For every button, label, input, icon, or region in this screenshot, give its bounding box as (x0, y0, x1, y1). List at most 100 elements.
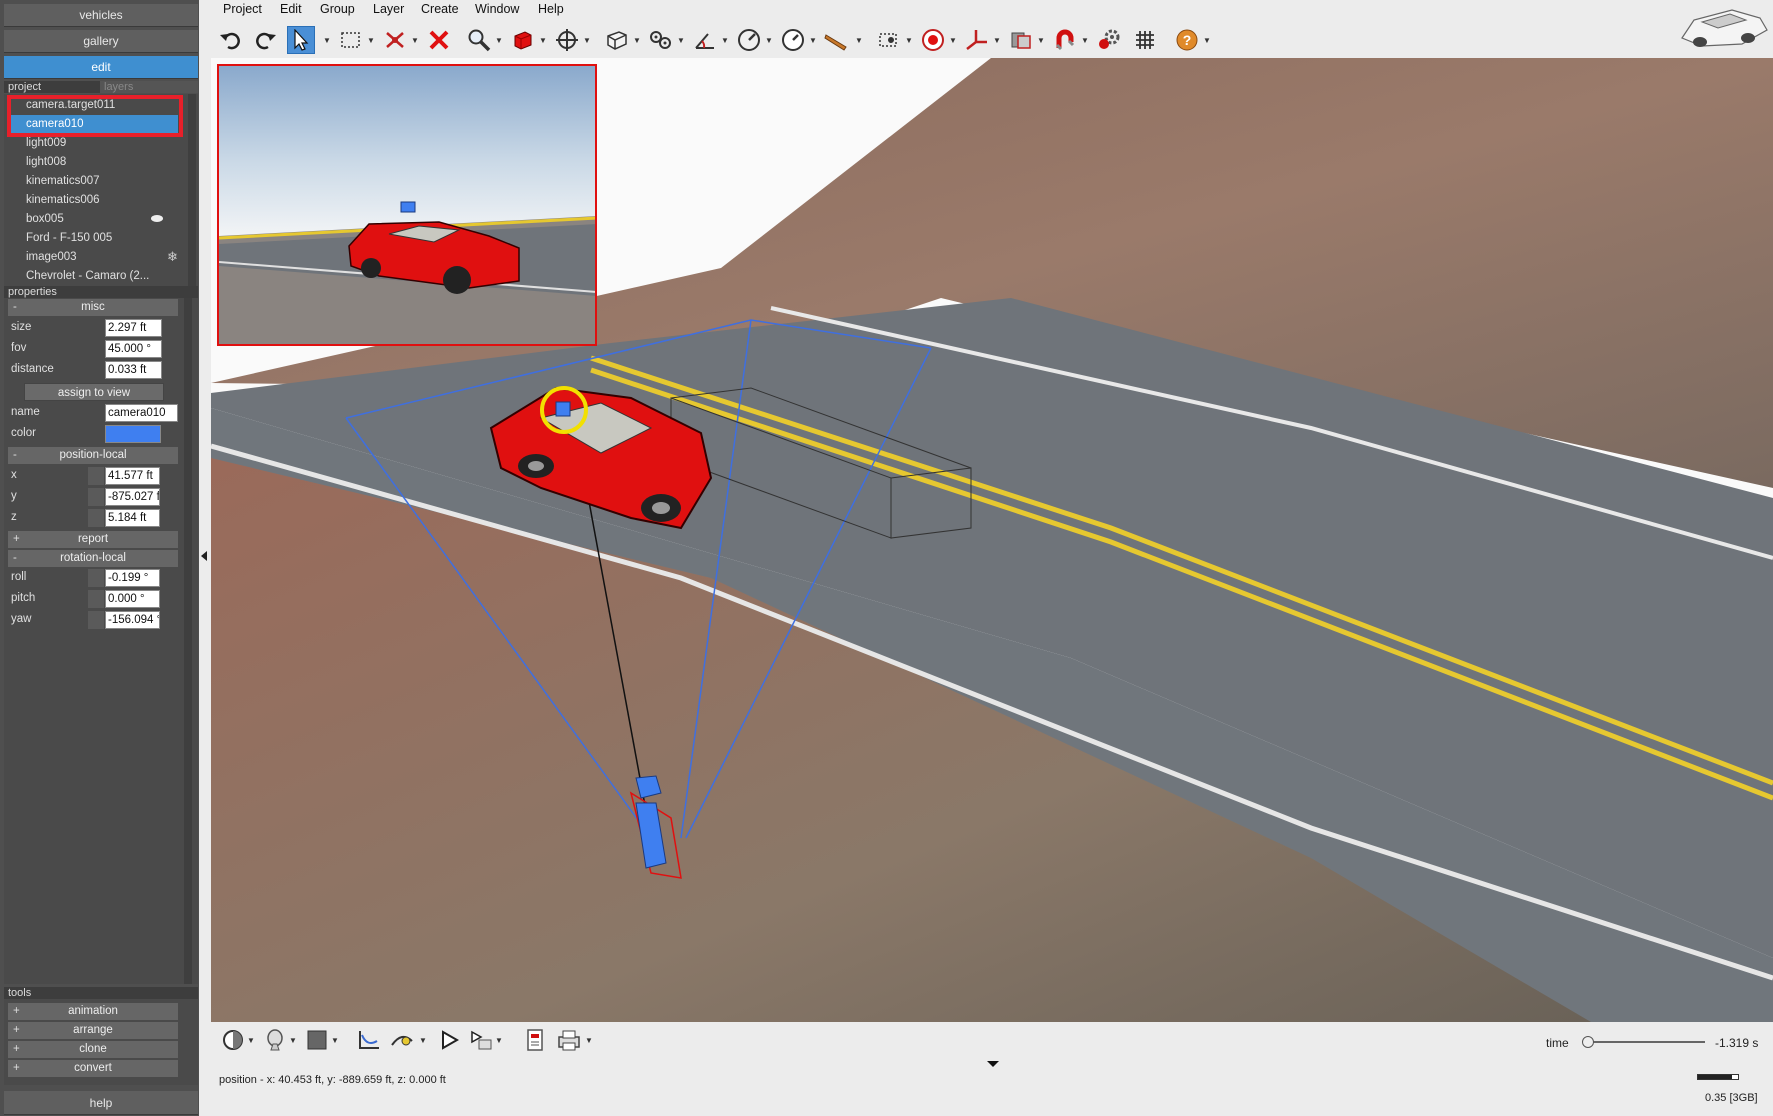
menu-project[interactable]: Project (223, 2, 262, 16)
chevron-down-icon[interactable]: ▼ (855, 36, 863, 45)
yaw-field[interactable]: -156.094 ° (105, 611, 160, 629)
help-button[interactable]: help (4, 1091, 198, 1115)
playback-options-icon[interactable] (467, 1026, 495, 1054)
eye-icon[interactable] (151, 215, 163, 222)
y-spinner-track[interactable] (88, 488, 104, 506)
rectangle-select-icon[interactable] (337, 26, 365, 54)
chevron-down-icon[interactable]: ▼ (1203, 36, 1211, 45)
animation-path-icon[interactable] (389, 1026, 417, 1054)
pitch-field[interactable]: 0.000 ° (105, 590, 160, 608)
bones-icon[interactable] (381, 26, 409, 54)
chevron-down-icon[interactable]: ▼ (633, 36, 641, 45)
chevron-down-icon[interactable]: ▼ (289, 1036, 297, 1045)
properties-scrollbar[interactable] (184, 298, 192, 984)
pitch-spinner-track[interactable] (88, 590, 104, 608)
cube-icon[interactable] (509, 26, 537, 54)
record-icon[interactable] (919, 26, 947, 54)
name-field[interactable]: camera010 (105, 404, 178, 422)
fov-field[interactable]: 45.000 ° (105, 340, 162, 358)
size-field[interactable]: 2.297 ft (105, 319, 162, 337)
camera-preview-window[interactable] (217, 64, 597, 346)
chevron-down-icon[interactable]: ▼ (495, 36, 503, 45)
chevron-down-icon[interactable]: ▼ (539, 36, 547, 45)
menu-window[interactable]: Window (475, 2, 519, 16)
menu-help[interactable]: Help (538, 2, 564, 16)
axis-icon[interactable] (963, 26, 991, 54)
roll-field[interactable]: -0.199 ° (105, 569, 160, 587)
layers-tab[interactable]: layers (100, 81, 198, 93)
tool-arrange[interactable]: + arrange (8, 1022, 178, 1039)
chevron-down-icon[interactable]: ▼ (905, 36, 913, 45)
layers-icon[interactable] (1007, 26, 1035, 54)
menu-edit[interactable]: Edit (280, 2, 302, 16)
background-square-icon[interactable] (303, 1026, 331, 1054)
delete-icon[interactable] (425, 26, 453, 54)
chevron-down-icon[interactable]: ▼ (495, 1036, 503, 1045)
select-arrow-icon[interactable] (287, 26, 315, 54)
rotation-local-group-header[interactable]: - rotation-local (8, 550, 178, 567)
tree-item-kinematics007[interactable]: kinematics007 (8, 172, 178, 191)
chevron-down-icon[interactable]: ▼ (411, 36, 419, 45)
chevron-down-icon[interactable]: ▼ (949, 36, 957, 45)
menu-create[interactable]: Create (421, 2, 459, 16)
play-icon[interactable] (435, 1026, 463, 1054)
chevron-down-icon[interactable]: ▼ (419, 1036, 427, 1045)
expand-toggle[interactable]: + (13, 1041, 20, 1058)
tree-item-kinematics006[interactable]: kinematics006 (8, 191, 178, 210)
redo-icon[interactable] (251, 26, 279, 54)
color-swatch[interactable] (105, 425, 161, 443)
help-question-icon[interactable]: ? (1173, 26, 1201, 54)
collapse-toggle[interactable]: - (13, 550, 17, 567)
z-field[interactable]: 5.184 ft (105, 509, 160, 527)
camera-target-icon[interactable] (875, 26, 903, 54)
chevron-down-icon[interactable]: ▼ (1081, 36, 1089, 45)
x-field[interactable]: 41.577 ft (105, 467, 160, 485)
expand-toggle[interactable]: + (13, 531, 20, 548)
expand-toggle[interactable]: + (13, 1003, 20, 1020)
snowflake-icon[interactable]: ❄ (167, 249, 178, 265)
gauge-icon[interactable] (735, 26, 763, 54)
move-crosshair-icon[interactable] (553, 26, 581, 54)
y-field[interactable]: -875.027 ft (105, 488, 160, 506)
expand-arrow-icon[interactable] (987, 1061, 999, 1067)
project-tab[interactable]: project (4, 81, 100, 93)
chevron-down-icon[interactable]: ▼ (585, 1036, 593, 1045)
settings-gear-icon[interactable] (1095, 26, 1123, 54)
grid-icon[interactable] (1131, 26, 1159, 54)
ruler-icon[interactable] (823, 26, 851, 54)
chevron-down-icon[interactable]: ▼ (721, 36, 729, 45)
tab-gallery[interactable]: gallery (4, 30, 198, 53)
report-group-header[interactable]: + report (8, 531, 178, 548)
chevron-down-icon[interactable]: ▼ (367, 36, 375, 45)
chevron-down-icon[interactable]: ▼ (993, 36, 1001, 45)
3d-viewport[interactable] (211, 58, 1773, 1022)
box-outline-icon[interactable] (603, 26, 631, 54)
misc-group-header[interactable]: - misc (8, 299, 178, 316)
time-slider[interactable] (1587, 1041, 1705, 1043)
z-spinner-track[interactable] (88, 509, 104, 527)
measure-angle-icon[interactable] (691, 26, 719, 54)
chevron-down-icon[interactable]: ▼ (809, 36, 817, 45)
shading-sphere-icon[interactable] (219, 1026, 247, 1054)
zoom-icon[interactable] (465, 26, 493, 54)
graph-icon[interactable] (355, 1026, 383, 1054)
tab-edit[interactable]: edit (4, 56, 198, 79)
tree-item-image003[interactable]: image003 (8, 248, 178, 267)
tree-item-chevrolet-camaro[interactable]: Chevrolet - Camaro (2... (8, 267, 178, 286)
undo-icon[interactable] (217, 26, 245, 54)
car-tools-icon[interactable] (647, 26, 675, 54)
chevron-down-icon[interactable]: ▼ (677, 36, 685, 45)
tree-item-ford-f150[interactable]: Ford - F-150 005 (8, 229, 178, 248)
magnet-icon[interactable] (1051, 26, 1079, 54)
expand-toggle[interactable]: + (13, 1022, 20, 1039)
tab-vehicles[interactable]: vehicles (4, 4, 198, 27)
tree-item-light008[interactable]: light008 (8, 153, 178, 172)
tool-clone[interactable]: + clone (8, 1041, 178, 1058)
chevron-down-icon[interactable]: ▼ (323, 36, 331, 45)
assign-to-view-button[interactable]: assign to view (24, 383, 164, 401)
distance-field[interactable]: 0.033 ft (105, 361, 162, 379)
chevron-down-icon[interactable]: ▼ (765, 36, 773, 45)
collapse-toggle[interactable]: - (13, 299, 17, 316)
chevron-down-icon[interactable]: ▼ (583, 36, 591, 45)
time-slider-thumb[interactable] (1582, 1036, 1594, 1048)
